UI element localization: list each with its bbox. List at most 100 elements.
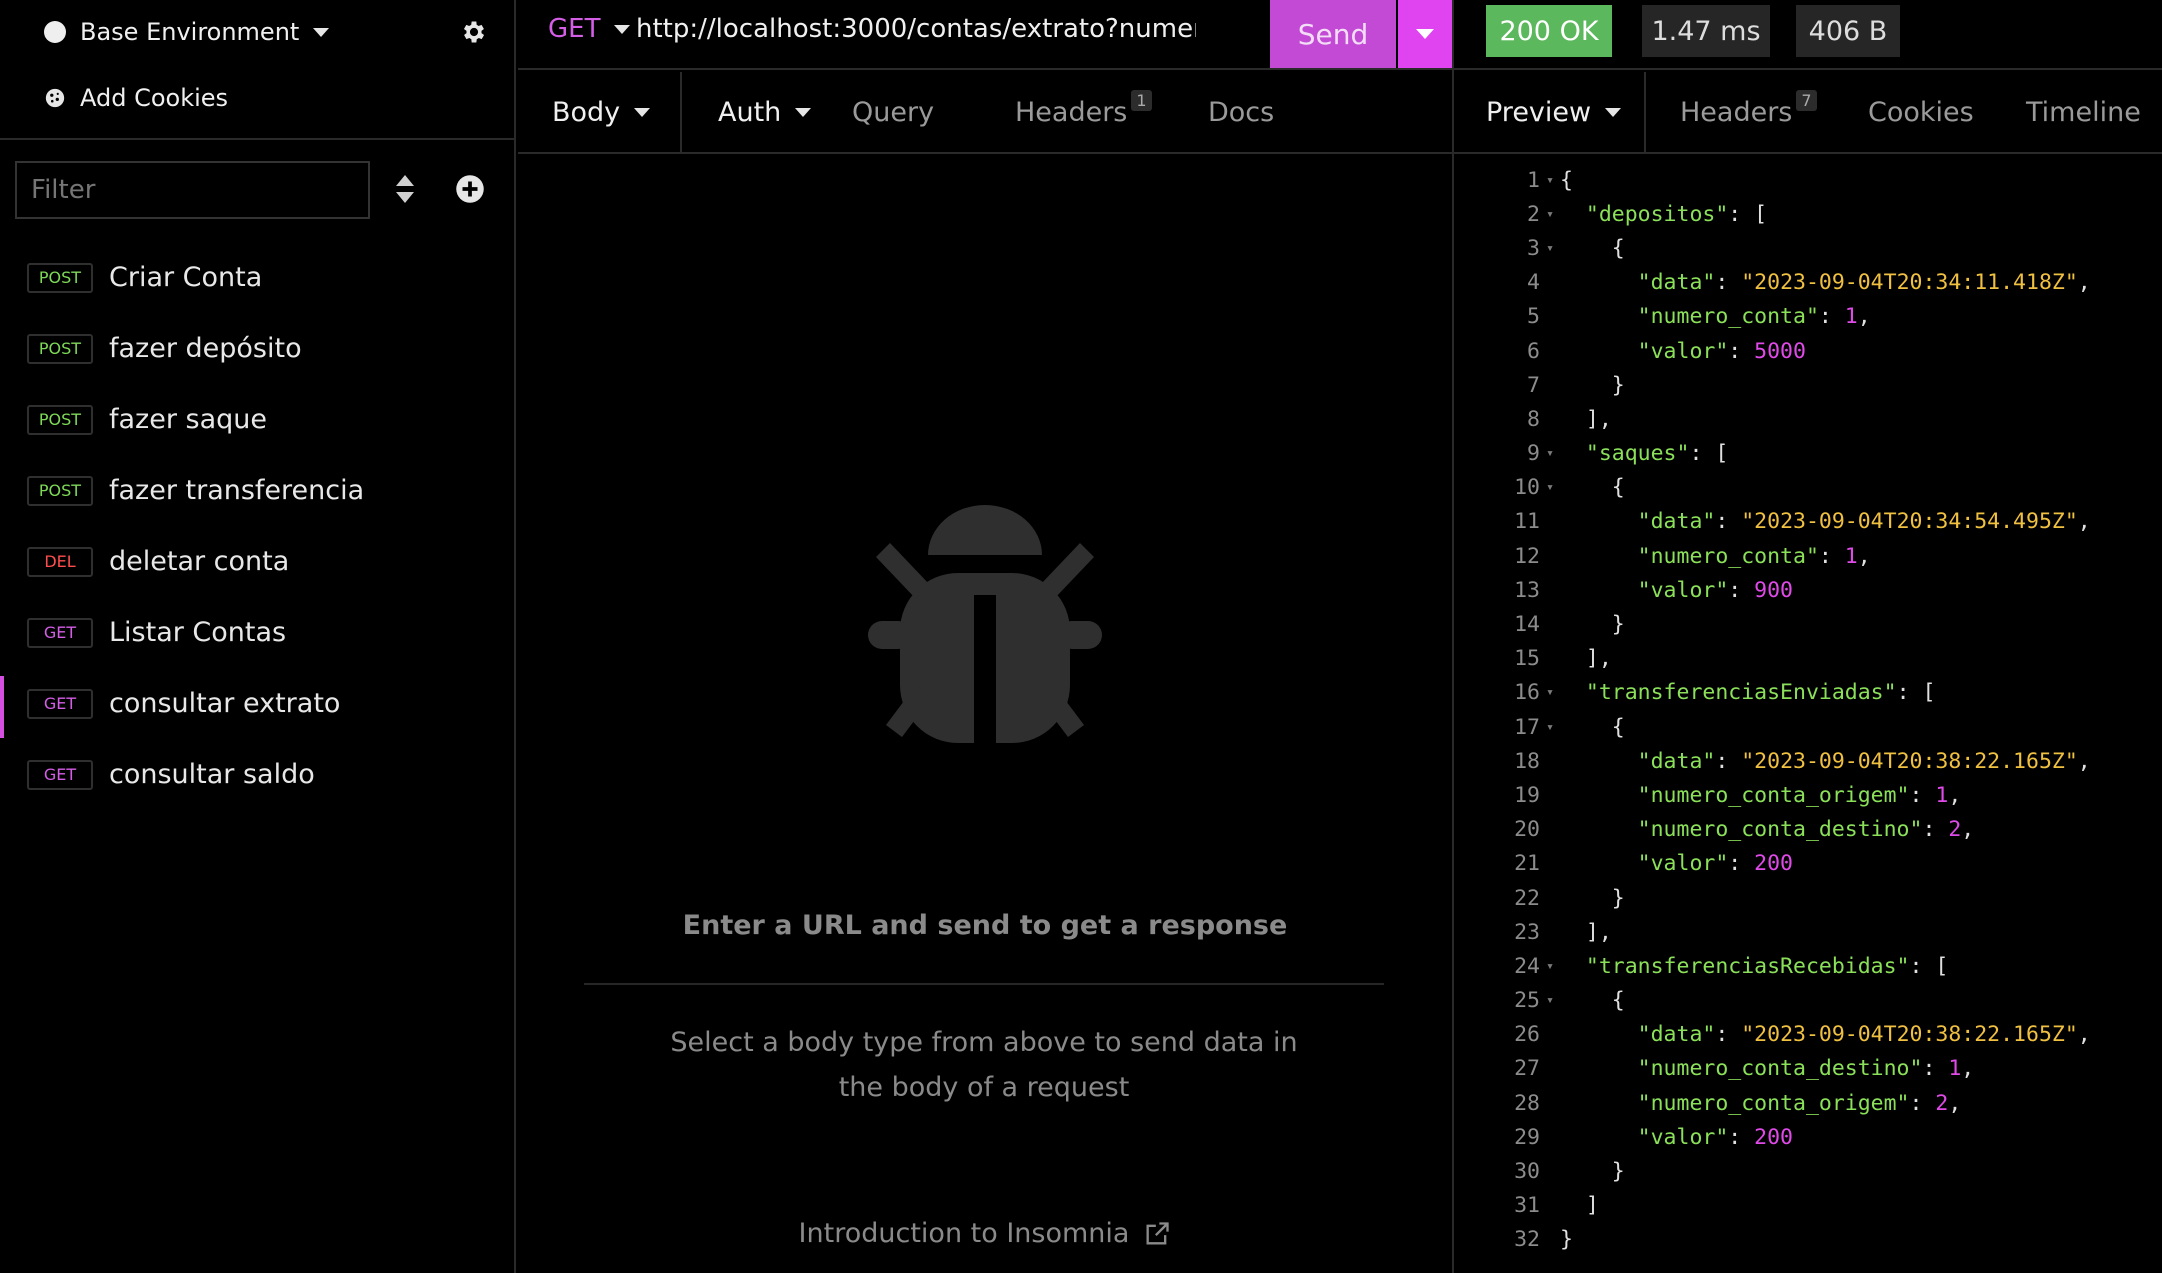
code-token: : bbox=[1909, 1090, 1936, 1116]
code-token: : bbox=[1728, 338, 1755, 364]
fold-toggle-icon[interactable]: ▾ bbox=[1540, 959, 1560, 974]
line-number: 10 bbox=[1514, 475, 1540, 501]
code-text: { bbox=[1560, 715, 1625, 740]
line-number: 20 bbox=[1514, 817, 1540, 843]
line-number: 3 bbox=[1527, 235, 1540, 261]
add-icon[interactable] bbox=[455, 174, 485, 204]
tab-auth[interactable]: Auth bbox=[718, 72, 812, 152]
code-token: : bbox=[1728, 1124, 1755, 1150]
code-token: "depositos" bbox=[1585, 201, 1729, 227]
code-line: 19 "numero_conta_origem": 1, bbox=[1454, 778, 2162, 812]
filter-input[interactable] bbox=[15, 161, 370, 219]
code-text: { bbox=[1560, 236, 1625, 261]
gear-icon[interactable] bbox=[460, 18, 488, 46]
sort-icon[interactable] bbox=[393, 173, 417, 205]
code-token: } bbox=[1560, 1159, 1625, 1185]
method-selector[interactable]: GET bbox=[548, 14, 631, 44]
sidebar-request-item[interactable]: POST fazer transferencia bbox=[0, 455, 516, 526]
sidebar-request-item[interactable]: POST Criar Conta bbox=[0, 242, 516, 313]
code-line: 26 "data": "2023-09-04T20:38:22.165Z", bbox=[1454, 1018, 2162, 1052]
add-cookies-button[interactable]: Add Cookies bbox=[44, 80, 228, 116]
url-input[interactable]: http://localhost:3000/contas/extrato?num… bbox=[636, 14, 1196, 44]
code-line: 17 ▾ { bbox=[1454, 710, 2162, 744]
chevron-down-icon bbox=[1416, 29, 1434, 39]
request-label: deletar conta bbox=[109, 546, 290, 577]
tab-body[interactable]: Body bbox=[518, 72, 651, 152]
sidebar-request-item[interactable]: GET Listar Contas bbox=[0, 597, 516, 668]
tab-auth-label: Auth bbox=[718, 96, 782, 128]
method-badge: GET bbox=[27, 617, 93, 648]
external-link-icon bbox=[1146, 1221, 1170, 1244]
code-text: "data": "2023-09-04T20:38:22.165Z", bbox=[1560, 749, 2091, 774]
fold-toggle-icon[interactable]: ▾ bbox=[1540, 720, 1560, 735]
code-token: "transferenciasEnviadas" bbox=[1585, 680, 1897, 706]
sidebar-request-item[interactable]: GET consultar saldo bbox=[0, 739, 516, 810]
line-number: 8 bbox=[1527, 406, 1540, 432]
fold-toggle-icon[interactable]: ▾ bbox=[1540, 207, 1560, 222]
fold-toggle-icon[interactable]: ▾ bbox=[1540, 685, 1560, 700]
code-token: } bbox=[1560, 885, 1625, 911]
send-button[interactable]: Send bbox=[1270, 0, 1396, 68]
method-badge: POST bbox=[27, 404, 93, 435]
code-line: 14 } bbox=[1454, 607, 2162, 641]
code-token: : bbox=[1818, 543, 1845, 569]
code-token: 1 bbox=[1948, 1056, 1962, 1082]
tab-headers[interactable]: Headers 1 bbox=[1015, 72, 1152, 152]
code-text: "numero_conta_origem": 2, bbox=[1560, 1090, 1962, 1116]
code-token: , bbox=[2077, 748, 2091, 774]
line-number: 15 bbox=[1514, 646, 1540, 672]
tab-timeline[interactable]: Timeline bbox=[2026, 72, 2141, 152]
tab-docs[interactable]: Docs bbox=[1208, 72, 1274, 152]
send-options-button[interactable] bbox=[1398, 0, 1452, 68]
code-line: 13 "valor": 900 bbox=[1454, 573, 2162, 607]
code-text: "numero_conta": 1, bbox=[1560, 304, 1871, 329]
sidebar-request-item[interactable]: POST fazer depósito bbox=[0, 313, 516, 384]
method-label: GET bbox=[548, 14, 601, 44]
line-number: 21 bbox=[1514, 851, 1540, 877]
sidebar: Base Environment Add Cookies POST Criar C… bbox=[0, 0, 516, 1273]
code-token: , bbox=[1961, 817, 1975, 843]
code-token: 2 bbox=[1948, 817, 1962, 843]
tab-response-headers[interactable]: Headers 7 bbox=[1680, 72, 1817, 152]
fold-toggle-icon[interactable]: ▾ bbox=[1540, 173, 1560, 188]
code-text: "numero_conta": 1, bbox=[1560, 544, 1871, 569]
fold-toggle-icon[interactable]: ▾ bbox=[1540, 993, 1560, 1008]
line-number: 26 bbox=[1514, 1022, 1540, 1048]
environment-selector[interactable]: Base Environment bbox=[44, 14, 330, 50]
code-line: 28 "numero_conta_origem": 2, bbox=[1454, 1086, 2162, 1120]
code-token: : bbox=[1715, 1022, 1742, 1048]
code-text: ], bbox=[1560, 920, 1612, 945]
request-label: fazer saque bbox=[109, 404, 267, 435]
code-line: 12 "numero_conta": 1, bbox=[1454, 539, 2162, 573]
code-line: 24 ▾ "transferenciasRecebidas": [ bbox=[1454, 949, 2162, 983]
code-token: 200 bbox=[1754, 1124, 1794, 1150]
code-text: { bbox=[1560, 988, 1625, 1013]
code-token: : [ bbox=[1896, 680, 1936, 706]
response-json-viewer[interactable]: 1 ▾{2 ▾ "depositos": [3 ▾ {4 "data": "2023-… bbox=[1454, 163, 2162, 1257]
code-token: "data" bbox=[1637, 748, 1716, 774]
sidebar-request-item[interactable]: DEL deletar conta bbox=[0, 526, 516, 597]
code-token: "numero_conta_destino" bbox=[1637, 817, 1923, 843]
code-text: } bbox=[1560, 886, 1625, 911]
fold-toggle-icon[interactable]: ▾ bbox=[1540, 446, 1560, 461]
line-number: 11 bbox=[1514, 509, 1540, 535]
tab-cookies[interactable]: Cookies bbox=[1868, 72, 1974, 152]
code-token: ], bbox=[1560, 406, 1612, 432]
code-line: 3 ▾ { bbox=[1454, 231, 2162, 265]
intro-link[interactable]: Introduction to Insomnia bbox=[518, 1218, 1452, 1249]
tab-preview[interactable]: Preview bbox=[1486, 72, 1622, 152]
sidebar-request-item[interactable]: POST fazer saque bbox=[0, 384, 516, 455]
fold-toggle-icon[interactable]: ▾ bbox=[1540, 241, 1560, 256]
url-bar: GET http://localhost:3000/contas/extrato… bbox=[518, 0, 1452, 70]
sidebar-request-item[interactable]: GET consultar extrato bbox=[0, 668, 516, 739]
code-line: 2 ▾ "depositos": [ bbox=[1454, 197, 2162, 231]
code-token: } bbox=[1560, 1227, 1573, 1253]
code-line: 29 "valor": 200 bbox=[1454, 1120, 2162, 1154]
chevron-down-icon bbox=[614, 24, 631, 34]
fold-toggle-icon[interactable]: ▾ bbox=[1540, 480, 1560, 495]
environment-label: Base Environment bbox=[80, 18, 300, 46]
tab-query[interactable]: Query bbox=[852, 72, 934, 152]
